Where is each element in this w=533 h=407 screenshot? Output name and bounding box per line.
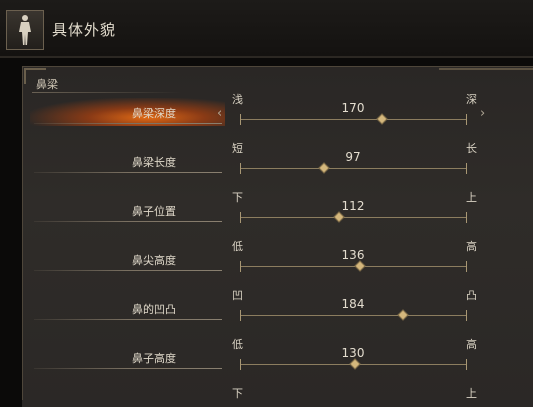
slider-track[interactable] <box>240 315 466 316</box>
header-bar: 具体外貌 <box>0 0 533 58</box>
slider-tick-min <box>240 163 241 174</box>
row-divider <box>34 270 222 271</box>
slider-max-label: 高 <box>466 240 477 253</box>
slider-min-label: 下 <box>232 387 243 400</box>
row-divider <box>34 123 222 124</box>
slider-tick-min <box>240 114 241 125</box>
slider-min-label: 浅 <box>232 93 243 106</box>
slider-max-label: 高 <box>466 338 477 351</box>
row-divider <box>34 368 222 369</box>
avatar <box>6 10 44 50</box>
slider-value: 136 <box>341 248 365 262</box>
slider-label: 鼻子高度 <box>132 352 176 365</box>
row-divider <box>34 172 222 173</box>
slider-track[interactable] <box>240 119 466 120</box>
slider-tick-min <box>240 359 241 370</box>
slider-min-label: 短 <box>232 142 243 155</box>
chevron-right-icon[interactable]: › <box>480 106 485 121</box>
slider-tick-max <box>466 359 467 370</box>
slider-tick-max <box>466 114 467 125</box>
slider-min-label: 下 <box>232 191 243 204</box>
slider-max-label: 深 <box>466 93 477 106</box>
slider-track[interactable] <box>240 266 466 267</box>
slider-tick-min <box>240 261 241 272</box>
slider-tick-max <box>466 310 467 321</box>
slider-value: 184 <box>341 297 365 311</box>
slider-tick-max <box>466 163 467 174</box>
panel-border <box>22 66 23 400</box>
slider-label: 鼻子位置 <box>132 205 176 218</box>
slider-label: 鼻的凹凸 <box>132 303 176 316</box>
row-divider <box>34 319 222 320</box>
slider-tick-max <box>466 212 467 223</box>
slider-max-label: 上 <box>466 387 477 400</box>
slider-tick-min <box>240 310 241 321</box>
slider-value: 130 <box>341 346 365 360</box>
slider-track[interactable] <box>240 168 466 169</box>
slider-min-label: 低 <box>232 338 243 351</box>
chevron-left-icon[interactable]: ‹ <box>217 106 222 121</box>
slider-min-label: 低 <box>232 240 243 253</box>
corner-ornament-right <box>439 68 533 84</box>
page-title: 具体外貌 <box>52 21 117 39</box>
slider-label: 鼻尖高度 <box>132 254 176 267</box>
row-divider <box>34 221 222 222</box>
slider-max-label: 长 <box>466 142 477 155</box>
slider-tick-min <box>240 212 241 223</box>
slider-value: 97 <box>345 150 361 164</box>
section-title: 鼻梁 <box>36 78 58 91</box>
body-figure-icon <box>19 15 31 45</box>
slider-min-label: 凹 <box>232 289 243 302</box>
slider-value: 170 <box>341 101 365 115</box>
slider-max-label: 上 <box>466 191 477 204</box>
slider-track[interactable] <box>240 217 466 218</box>
section-divider <box>32 92 182 93</box>
slider-label: 鼻梁深度 <box>132 107 176 120</box>
slider-max-label: 凸 <box>466 289 477 302</box>
slider-tick-max <box>466 261 467 272</box>
slider-label: 鼻梁长度 <box>132 156 176 169</box>
slider-value: 112 <box>341 199 365 213</box>
